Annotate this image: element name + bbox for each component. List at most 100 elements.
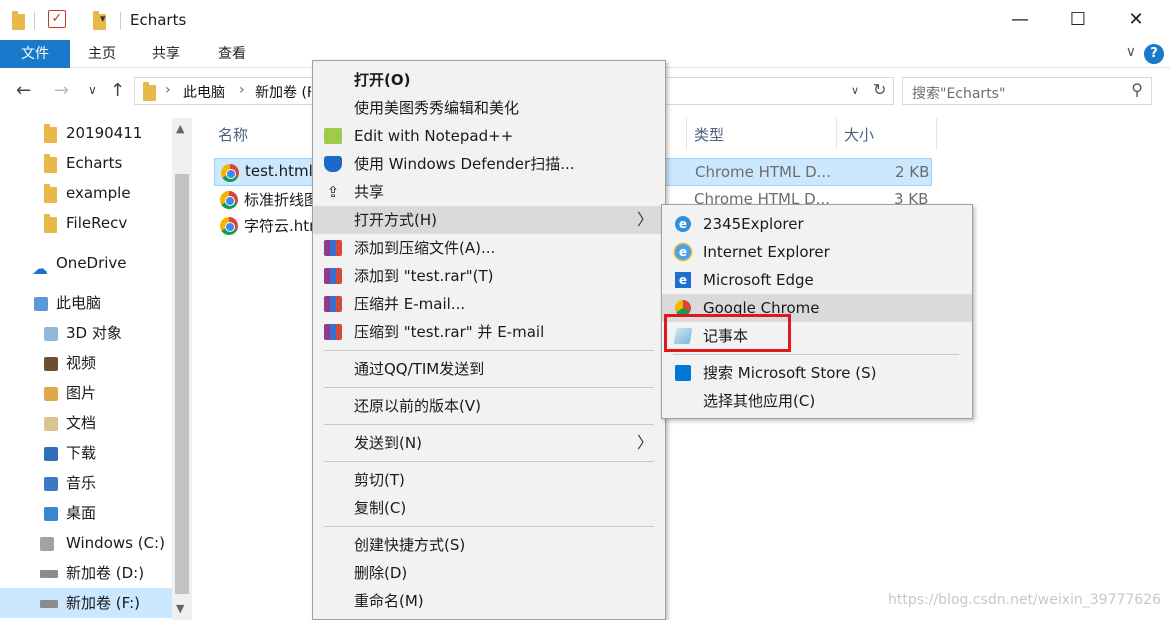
sidebar-item-label: 文档 — [66, 414, 97, 432]
minimize-button[interactable]: — — [1004, 6, 1036, 34]
submenu-item-internet-explorer[interactable]: e Internet Explorer — [662, 238, 972, 266]
submenu-item-choose-other-app[interactable]: 选择其他应用(C) — [662, 387, 972, 415]
menu-item-meitu[interactable]: 使用美图秀秀编辑和美化 — [313, 94, 665, 122]
menu-item-add-archive[interactable]: 添加到压缩文件(A)... — [313, 234, 665, 262]
column-header-name[interactable]: 名称 — [218, 124, 248, 145]
chevron-right-icon: 〉 — [636, 210, 653, 229]
winrar-icon — [324, 268, 342, 284]
scroll-up-icon[interactable]: ▲ — [176, 122, 184, 135]
sidebar-item-windows-c[interactable]: Windows (C:) — [0, 528, 172, 558]
menu-item-delete[interactable]: 删除(D) — [313, 559, 665, 587]
title-bar: ✓ ▾ Echarts — ☐ ✕ — [0, 0, 1170, 40]
column-divider[interactable] — [686, 118, 687, 150]
menu-item-send-to[interactable]: 发送到(N) 〉 — [313, 429, 665, 457]
sidebar-item-3d-objects[interactable]: 3D 对象 — [0, 318, 172, 348]
sidebar-item-label: Echarts — [66, 154, 123, 172]
menu-item-create-shortcut[interactable]: 创建快捷方式(S) — [313, 531, 665, 559]
breadcrumb-separator: › — [165, 82, 171, 98]
sidebar-scroll-thumb[interactable] — [175, 174, 189, 594]
search-box[interactable]: 搜索"Echarts" ⚲ — [902, 77, 1152, 105]
column-divider[interactable] — [936, 118, 937, 150]
menu-item-rename[interactable]: 重命名(M) — [313, 587, 665, 615]
menu-item-open-with[interactable]: 打开方式(H) 〉 — [313, 206, 665, 234]
sidebar-item-desktop[interactable]: 桌面 — [0, 498, 172, 528]
sidebar-item-drive-f[interactable]: 新加卷 (F:) — [0, 588, 172, 618]
back-button[interactable]: ← — [16, 80, 31, 101]
sidebar-item-pictures[interactable]: 图片 — [0, 378, 172, 408]
menu-separator — [324, 350, 654, 351]
tab-file[interactable]: 文件 — [0, 40, 70, 68]
column-header-type[interactable]: 类型 — [694, 124, 724, 145]
maximize-button[interactable]: ☐ — [1062, 6, 1094, 34]
tab-view[interactable]: 查看 — [218, 40, 246, 68]
music-icon — [44, 477, 58, 491]
context-menu: 打开(O) 使用美图秀秀编辑和美化 Edit with Notepad++ 使用… — [312, 60, 666, 620]
menu-item-compress-test-rar-email[interactable]: 压缩到 "test.rar" 并 E-mail — [313, 318, 665, 346]
menu-item-label: Microsoft Edge — [703, 271, 814, 289]
sidebar-item-downloads[interactable]: 下载 — [0, 438, 172, 468]
refresh-icon[interactable]: ↻ — [873, 80, 886, 99]
sidebar-item-drive-d[interactable]: 新加卷 (D:) — [0, 558, 172, 588]
menu-item-open[interactable]: 打开(O) — [313, 66, 665, 94]
folder-icon — [44, 214, 57, 233]
3d-objects-icon — [44, 327, 58, 341]
column-header-size[interactable]: 大小 — [844, 124, 874, 145]
close-button[interactable]: ✕ — [1120, 6, 1152, 34]
address-dropdown-icon[interactable]: ∨ — [851, 84, 859, 97]
sidebar-item-videos[interactable]: 视频 — [0, 348, 172, 378]
folder-icon — [44, 154, 57, 173]
menu-separator — [673, 354, 959, 355]
menu-item-add-test-rar[interactable]: 添加到 "test.rar"(T) — [313, 262, 665, 290]
computer-icon — [34, 297, 48, 311]
scroll-down-icon[interactable]: ▼ — [176, 602, 184, 615]
menu-item-label: 打开(O) — [354, 71, 411, 89]
menu-item-label: 通过QQ/TIM发送到 — [354, 360, 485, 378]
chrome-html-icon — [221, 164, 239, 182]
menu-item-restore-versions[interactable]: 还原以前的版本(V) — [313, 392, 665, 420]
menu-item-notepadpp[interactable]: Edit with Notepad++ — [313, 122, 665, 150]
menu-item-label: Internet Explorer — [703, 243, 830, 261]
menu-item-cut[interactable]: 剪切(T) — [313, 466, 665, 494]
sidebar-item-music[interactable]: 音乐 — [0, 468, 172, 498]
sidebar-item-label: example — [66, 184, 131, 202]
windows-defender-icon — [324, 156, 342, 172]
search-input[interactable]: 搜索"Echarts" — [912, 83, 1005, 103]
sidebar-item-this-pc[interactable]: 此电脑 — [0, 288, 172, 318]
forward-button[interactable]: → — [54, 80, 69, 101]
watermark-text: https://blog.csdn.net/weixin_39777626 — [888, 592, 1162, 608]
submenu-item-microsoft-edge[interactable]: e Microsoft Edge — [662, 266, 972, 294]
sidebar-item-label: Windows (C:) — [66, 534, 165, 552]
sidebar-item-filerecv[interactable]: FileRecv — [0, 208, 172, 238]
menu-item-compress-email[interactable]: 压缩并 E-mail... — [313, 290, 665, 318]
menu-item-send-qq[interactable]: 通过QQ/TIM发送到 — [313, 355, 665, 383]
breadcrumb-this-pc[interactable]: 此电脑 — [183, 82, 225, 102]
tab-share[interactable]: 共享 — [152, 40, 180, 68]
sidebar-item-onedrive[interactable]: ☁ OneDrive — [0, 248, 172, 278]
submenu-item-2345explorer[interactable]: e 2345Explorer — [662, 210, 972, 238]
search-icon: ⚲ — [1131, 80, 1143, 99]
videos-icon — [44, 357, 58, 371]
recent-locations-button[interactable]: ∨ — [88, 83, 97, 97]
menu-item-share[interactable]: ⇪ 共享 — [313, 178, 665, 206]
menu-item-label: 2345Explorer — [703, 215, 804, 233]
properties-icon[interactable]: ✓ — [48, 10, 66, 28]
submenu-item-search-store[interactable]: 搜索 Microsoft Store (S) — [662, 359, 972, 387]
sidebar-item-echarts[interactable]: Echarts — [0, 148, 172, 178]
tab-home[interactable]: 主页 — [88, 40, 116, 68]
customize-toolbar-icon[interactable]: ▾ — [100, 12, 106, 25]
column-divider[interactable] — [836, 118, 837, 150]
winrar-icon — [324, 296, 342, 312]
drive-icon — [40, 570, 58, 578]
chrome-html-icon — [220, 191, 238, 209]
sidebar-item-example[interactable]: example — [0, 178, 172, 208]
up-button[interactable]: ↑ — [110, 80, 125, 101]
breadcrumb-drive-f[interactable]: 新加卷 (F:) — [255, 82, 311, 102]
sidebar-item-20190411[interactable]: 20190411 — [0, 118, 172, 148]
help-icon[interactable]: ? — [1144, 44, 1164, 64]
expand-ribbon-icon[interactable]: ∨ — [1126, 44, 1136, 60]
menu-item-copy[interactable]: 复制(C) — [313, 494, 665, 522]
menu-item-label: 剪切(T) — [354, 471, 405, 489]
menu-separator — [324, 424, 654, 425]
menu-item-defender-scan[interactable]: 使用 Windows Defender扫描... — [313, 150, 665, 178]
sidebar-item-documents[interactable]: 文档 — [0, 408, 172, 438]
